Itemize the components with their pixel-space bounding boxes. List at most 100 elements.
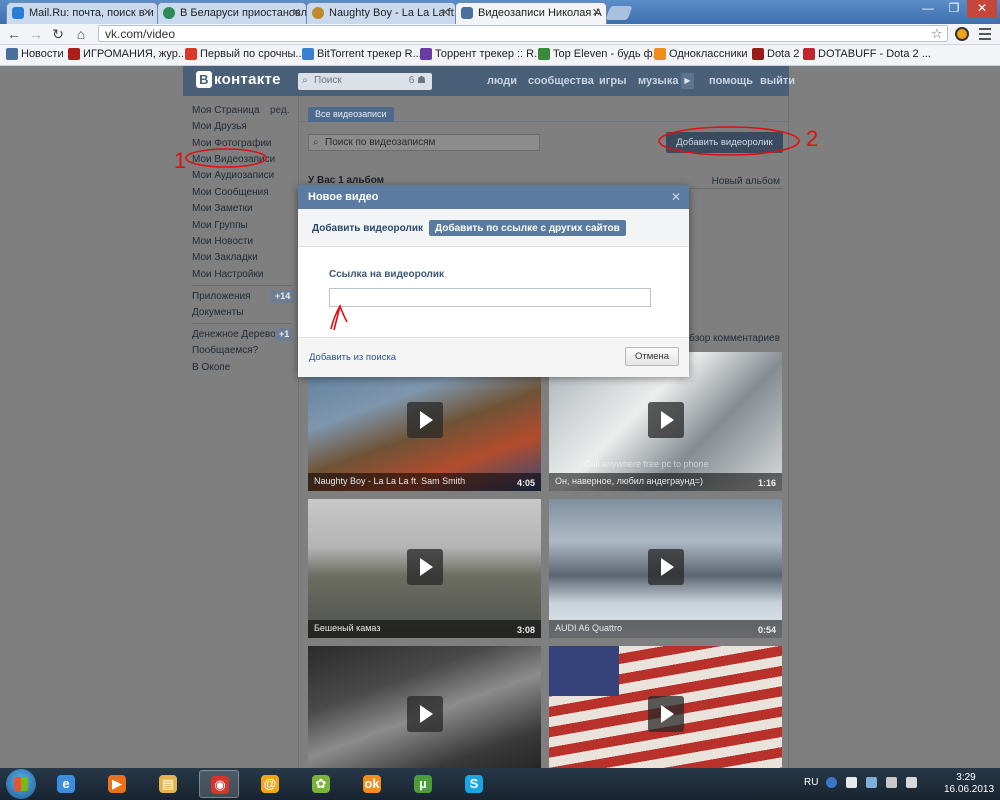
- bookmark-item[interactable]: DOTABUFF - Dota 2 ...: [803, 48, 931, 60]
- restore-button[interactable]: ❐: [941, 0, 967, 18]
- bookmark-item[interactable]: Торрент трекер :: R...: [420, 48, 543, 60]
- nav-logout[interactable]: выйти: [760, 75, 795, 87]
- video-thumb[interactable]: [308, 646, 541, 768]
- browser-tab-naughty-boy[interactable]: Naughty Boy - La La La ft. ✕: [306, 2, 456, 24]
- minimize-button[interactable]: —: [915, 0, 941, 18]
- explorer-taskbar-button[interactable]: ▤: [148, 770, 188, 798]
- vk-search-input[interactable]: ⌕ Поиск 6 ☗: [298, 73, 432, 90]
- chrome-taskbar-button[interactable]: ◉: [199, 770, 239, 798]
- battery-icon[interactable]: [886, 777, 897, 788]
- tab-upload-video[interactable]: Добавить видеоролик: [312, 223, 423, 234]
- tab-all-videos[interactable]: Все видеозаписи: [308, 107, 394, 122]
- menu-item-settings[interactable]: Мои Настройки: [192, 269, 263, 280]
- video-caption: Он, наверное, любил андеграунд=): [549, 473, 782, 491]
- video-thumb[interactable]: Бешеный камаз 3:08: [308, 499, 541, 638]
- bookmark-item[interactable]: Первый по срочны...: [185, 48, 305, 60]
- flag-canton: [549, 646, 619, 696]
- play-icon[interactable]: [407, 696, 443, 732]
- menu-item-money-tree[interactable]: Денежное Дерево: [192, 329, 276, 340]
- bookmark-item[interactable]: Top Eleven - будь ф...: [538, 48, 662, 60]
- bookmark-star-icon[interactable]: ☆: [931, 26, 943, 42]
- media-player-taskbar-button[interactable]: ▶: [97, 770, 137, 798]
- video-search-input[interactable]: ⌕ Поиск по видеозаписям: [308, 134, 540, 151]
- menu-item-news[interactable]: Мои Новости: [192, 236, 253, 247]
- menu-item-notes[interactable]: Мои Заметки: [192, 203, 253, 214]
- close-icon[interactable]: ✕: [441, 6, 450, 19]
- nav-communities[interactable]: сообщества: [528, 75, 594, 87]
- menu-item-audio[interactable]: Мои Аудиозаписи: [192, 170, 274, 181]
- new-tab-button[interactable]: [605, 6, 633, 20]
- bookmark-item[interactable]: Одноклассники: [654, 48, 748, 60]
- add-from-search-link[interactable]: Добавить из поиска: [309, 352, 396, 363]
- menu-item-documents[interactable]: Документы: [192, 307, 244, 318]
- video-thumb[interactable]: AUDI A6 Quattro 0:54: [549, 499, 782, 638]
- nav-help[interactable]: помощь: [709, 75, 753, 87]
- menu-item-messages[interactable]: Мои Сообщения: [192, 187, 269, 198]
- menu-item-videos[interactable]: Мои Видеозаписи: [192, 154, 275, 165]
- address-bar[interactable]: vk.com/video: [98, 25, 948, 42]
- flag-icon[interactable]: [846, 777, 857, 788]
- home-button[interactable]: ⌂: [73, 26, 89, 42]
- bookmark-item[interactable]: BitTorrent трекер R...: [302, 48, 422, 60]
- skype-taskbar-button[interactable]: S: [454, 770, 494, 798]
- odnoklassniki-taskbar-button[interactable]: ok: [352, 770, 392, 798]
- vk-logo[interactable]: Вконтакте: [196, 71, 281, 88]
- ie-taskbar-button[interactable]: e: [46, 770, 86, 798]
- edit-link[interactable]: ред.: [270, 105, 290, 116]
- window-close-button[interactable]: ✕: [967, 0, 997, 18]
- nav-music[interactable]: музыка: [638, 75, 678, 87]
- close-icon[interactable]: ✕: [292, 6, 301, 19]
- menu-item-friends[interactable]: Мои Друзья: [192, 121, 247, 132]
- new-album-link[interactable]: Новый альбом: [712, 176, 780, 187]
- forward-button[interactable]: →: [28, 26, 44, 42]
- start-button[interactable]: [6, 769, 36, 799]
- help-icon[interactable]: [826, 777, 837, 788]
- bookmark-item[interactable]: Новости: [6, 48, 64, 60]
- utorrent-taskbar-button[interactable]: µ: [403, 770, 443, 798]
- menu-item-chat-app[interactable]: Пообщаемся?: [192, 345, 258, 356]
- add-video-button[interactable]: Добавить видеоролик: [666, 132, 783, 153]
- browser-tab-vk-videos[interactable]: Видеозаписи Николая А ✕: [455, 2, 607, 24]
- explorer-icon: ▤: [159, 775, 177, 793]
- menu-item-trench-game[interactable]: В Окопе: [192, 362, 230, 373]
- menu-item-apps[interactable]: Приложения: [192, 291, 251, 302]
- clock-time: 3:29: [956, 772, 976, 783]
- video-link-input[interactable]: [329, 288, 651, 307]
- vk-page: Вконтакте ⌕ Поиск 6 ☗ люди сообщества иг…: [0, 66, 1000, 768]
- money-tree-badge: +1: [275, 328, 294, 341]
- extension-icon[interactable]: [955, 27, 969, 41]
- menu-item-photos[interactable]: Мои Фотографии: [192, 138, 272, 149]
- clock[interactable]: 3:29 16.06.2013: [944, 772, 994, 796]
- icq-taskbar-button[interactable]: ✿: [301, 770, 341, 798]
- nav-games[interactable]: игры: [599, 75, 626, 87]
- play-icon[interactable]: [407, 549, 443, 585]
- bookmark-item[interactable]: ИГРОМАНИЯ, жур...: [68, 48, 187, 60]
- play-icon[interactable]: [648, 696, 684, 732]
- reload-button[interactable]: ↻: [50, 26, 66, 42]
- network-icon[interactable]: [866, 777, 877, 788]
- close-icon[interactable]: ✕: [143, 6, 152, 19]
- comments-review-link[interactable]: Обзор комментариев: [681, 333, 780, 344]
- video-thumb[interactable]: [549, 646, 782, 768]
- bookmark-item[interactable]: Dota 2: [752, 48, 799, 60]
- play-icon[interactable]: [648, 549, 684, 585]
- menu-item-bookmarks[interactable]: Мои Закладки: [192, 252, 258, 263]
- nav-people[interactable]: люди: [487, 75, 517, 87]
- back-button[interactable]: ←: [6, 26, 22, 42]
- browser-tab-mailru[interactable]: Mail.Ru: почта, поиск в и ✕: [6, 2, 158, 24]
- menu-item-groups[interactable]: Мои Группы: [192, 220, 248, 231]
- close-icon[interactable]: ✕: [671, 190, 681, 204]
- mail-agent-taskbar-button[interactable]: @: [250, 770, 290, 798]
- cancel-button[interactable]: Отмена: [625, 347, 679, 366]
- play-icon[interactable]: ▶: [681, 73, 694, 89]
- close-icon[interactable]: ✕: [592, 6, 601, 19]
- play-icon[interactable]: [407, 402, 443, 438]
- language-indicator[interactable]: RU: [804, 777, 818, 788]
- video-search-placeholder: Поиск по видеозаписям: [325, 137, 436, 148]
- menu-item-my-page[interactable]: Моя Страница: [192, 105, 260, 116]
- play-icon[interactable]: [648, 402, 684, 438]
- tab-add-by-link[interactable]: Добавить по ссылке с других сайтов: [429, 220, 626, 236]
- menu-icon[interactable]: [979, 28, 991, 40]
- volume-icon[interactable]: [906, 777, 917, 788]
- browser-tab-news[interactable]: В Беларуси приостановл ✕: [157, 2, 307, 24]
